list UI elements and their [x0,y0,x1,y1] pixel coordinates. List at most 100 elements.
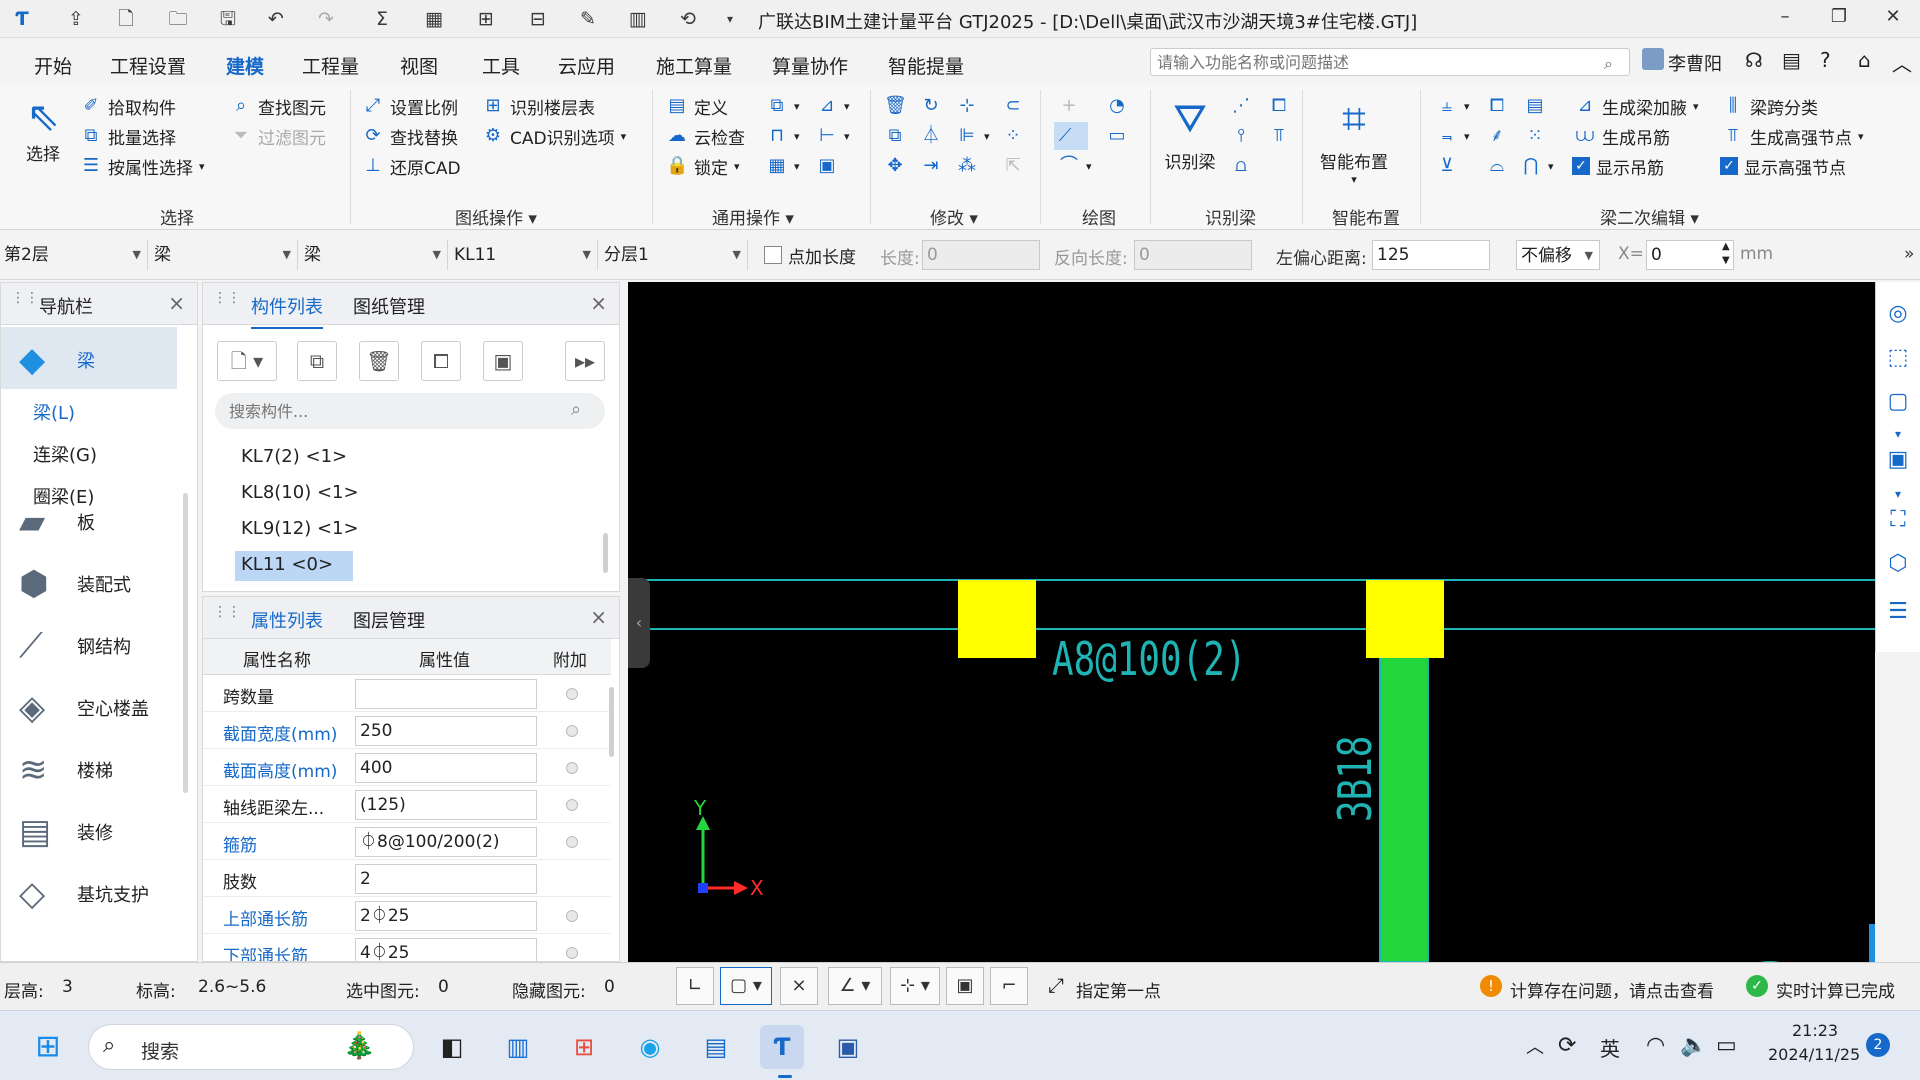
warning-icon[interactable]: ! [1480,975,1502,997]
tab-8[interactable]: 算量协作 [772,52,848,79]
more-tools-button[interactable]: ▸▸ [565,341,605,381]
cloud-check-button[interactable]: ☁ 云检查 [666,122,745,150]
stretch-button[interactable]: ⇱ [1002,152,1024,180]
list-view-icon[interactable]: ☰ [1882,596,1914,628]
element-button[interactable]: ▣ [816,152,838,180]
nav-sub-beam[interactable]: 梁(L) [33,399,75,425]
show-hanger-checkbox[interactable]: ✓ 显示吊筋 [1572,152,1664,180]
array-button[interactable]: ⁘ [1002,122,1024,150]
delete-button[interactable]: 🗑 [884,92,907,120]
property-value[interactable]: 250 [355,716,537,746]
find-replace-button[interactable]: ⟳ 查找替换 [362,122,458,150]
beam-edit-tool-5[interactable]: ⸙ [1486,122,1508,150]
extra-radio[interactable] [566,688,578,700]
help-icon[interactable]: ? [1820,48,1831,72]
lock-button[interactable]: 🔒 锁定 ▾ [666,152,740,180]
generate-hanger-button[interactable]: ⩊ 生成吊筋 [1574,122,1670,150]
calc-app-icon[interactable]: ▤ [694,1025,738,1069]
open-folder-icon[interactable]: 🗀 [166,7,190,31]
taskbar-search[interactable]: ⌕ 搜索 🎄 [88,1024,414,1070]
property-value[interactable]: (125) [355,790,537,820]
beam-edit-tool-6[interactable]: ⁙ [1524,122,1546,150]
nav-sub-coupling-beam[interactable]: 连梁(G) [33,441,97,467]
search-icon[interactable]: ⌕ [1604,54,1613,74]
arc-mode-button[interactable]: ⌐ [990,967,1028,1005]
tab-1[interactable]: 工程设置 [110,52,186,79]
upload-icon[interactable]: ⇪ [64,7,88,31]
floor-select[interactable]: 第2层 ▼ [0,240,148,270]
extra-radio[interactable] [566,910,578,922]
select-button[interactable]: ⇖ 选择 [18,94,68,165]
ime-indicator[interactable]: 英 [1600,1033,1620,1062]
redo-icon[interactable]: ↷ [314,7,338,31]
property-value[interactable]: 4⏀25 [355,938,537,961]
extend-button[interactable]: ⇥ [920,152,942,180]
filter-element-button[interactable]: ⏷ 过滤图元 [230,122,326,150]
calc-warning-link[interactable]: 计算存在问题，请点击查看 [1510,977,1714,1002]
nav-item-6[interactable]: ▤ 装修 [19,807,169,857]
clock-date[interactable]: 2024/11/25 [1768,1045,1860,1064]
column-left[interactable] [958,580,1036,658]
component-item[interactable]: KL9(12) <1> [235,515,365,545]
tab-6[interactable]: 云应用 [558,52,615,79]
close-button[interactable]: ✕ [1878,6,1908,32]
edge-icon[interactable]: ◉ [628,1025,672,1069]
tab-properties[interactable]: 属性列表 [251,607,323,643]
component-item[interactable]: KL8(10) <1> [235,479,365,509]
ruler-icon[interactable]: ▥ [626,7,650,31]
property-value[interactable]: 2 [355,864,537,894]
span-classify-button[interactable]: ⫼ 梁跨分类 [1722,92,1818,120]
smart-layout-button[interactable]: ⌗ 智能布置 ▾ [1316,90,1392,186]
snap-button[interactable]: ▢ ▾ [720,967,772,1005]
property-value[interactable] [355,679,537,709]
minimize-button[interactable]: – [1770,6,1800,32]
move-button[interactable]: ✥ [884,152,906,180]
shift-select[interactable]: 不偏移 ▼ [1516,240,1600,270]
new-file-icon[interactable]: 🗋 [114,7,138,31]
beam-edit-tool-9[interactable]: ⋂ ▾ [1520,152,1554,180]
copy-component-button[interactable]: ⧉ [297,341,337,381]
cube-view-icon[interactable]: ▣ [1882,444,1914,476]
orbit-icon[interactable]: ◎ [1882,298,1914,330]
delete-component-button[interactable]: 🗑 [359,341,399,381]
close-icon[interactable]: × [168,291,185,315]
beam-edit-tool-7[interactable]: ⊻ [1436,152,1458,180]
canvas-scroll-indicator[interactable] [1869,924,1875,962]
beam-edit-tool-3[interactable]: ▤ [1524,92,1546,120]
task-view-icon[interactable]: ◧ [430,1025,474,1069]
fullscreen-icon[interactable]: ⛶ [1882,504,1914,536]
sync-icon[interactable]: ⟲ [676,7,700,31]
drawing-canvas[interactable]: A8@100(2) 3B18 50 Y X ‹ [628,282,1875,962]
tab-3[interactable]: 工程量 [302,52,359,79]
recognize-tool-4[interactable]: ⫪ [1268,122,1290,150]
search-icon[interactable]: ⌕ [571,399,581,420]
new-component-button[interactable]: 🗋 ▾ [217,341,277,381]
rectangle-draw-button[interactable]: ▭ [1106,122,1128,150]
show-node-checkbox[interactable]: ✓ 显示高强节点 [1720,152,1846,180]
grid-icon[interactable]: ⊟ [526,7,550,31]
generate-node-button[interactable]: ⫪ 生成高强节点 ▾ [1722,122,1864,150]
align-objects-button[interactable]: ⊫ ▾ [956,122,989,150]
recognize-tool-3[interactable]: ⫯ [1230,122,1252,150]
nav-item-0[interactable]: ◆ 梁 [19,335,169,385]
display-button[interactable]: ▣ [946,967,984,1005]
find-element-button[interactable]: ⌕ 查找图元 [230,92,326,120]
angle-button[interactable]: ∠ ▾ [828,967,882,1005]
battery-icon[interactable]: ▭ [1716,1033,1737,1058]
duplicate-layer-button[interactable]: ⧠ [421,341,461,381]
box-view-icon[interactable]: ▢ [1882,386,1914,418]
function-search-input[interactable] [1150,48,1630,76]
rebar-annotation[interactable]: 3B18 [1328,736,1382,822]
calendar-icon[interactable]: ▤ [1782,48,1801,72]
windows-start-icon[interactable]: ⊞ [26,1025,70,1069]
recognize-beam-button[interactable]: ⛛ 识别梁 [1162,90,1218,173]
layer-button[interactable]: ▦ ▾ [766,152,799,180]
grip-icon[interactable]: ⋮⋮ [213,605,241,627]
trim-button[interactable]: ⊹ [956,92,978,120]
more-icon[interactable]: » [1904,244,1914,264]
tab-2[interactable]: 建模 [221,52,269,88]
extra-radio[interactable] [566,947,578,959]
nav-item-7[interactable]: ◇ 基坑支护 [19,869,169,919]
3d-view-icon[interactable]: ⬚ [1882,342,1914,374]
beam-edit-tool-1[interactable]: ⫨ ▾ [1436,92,1470,120]
